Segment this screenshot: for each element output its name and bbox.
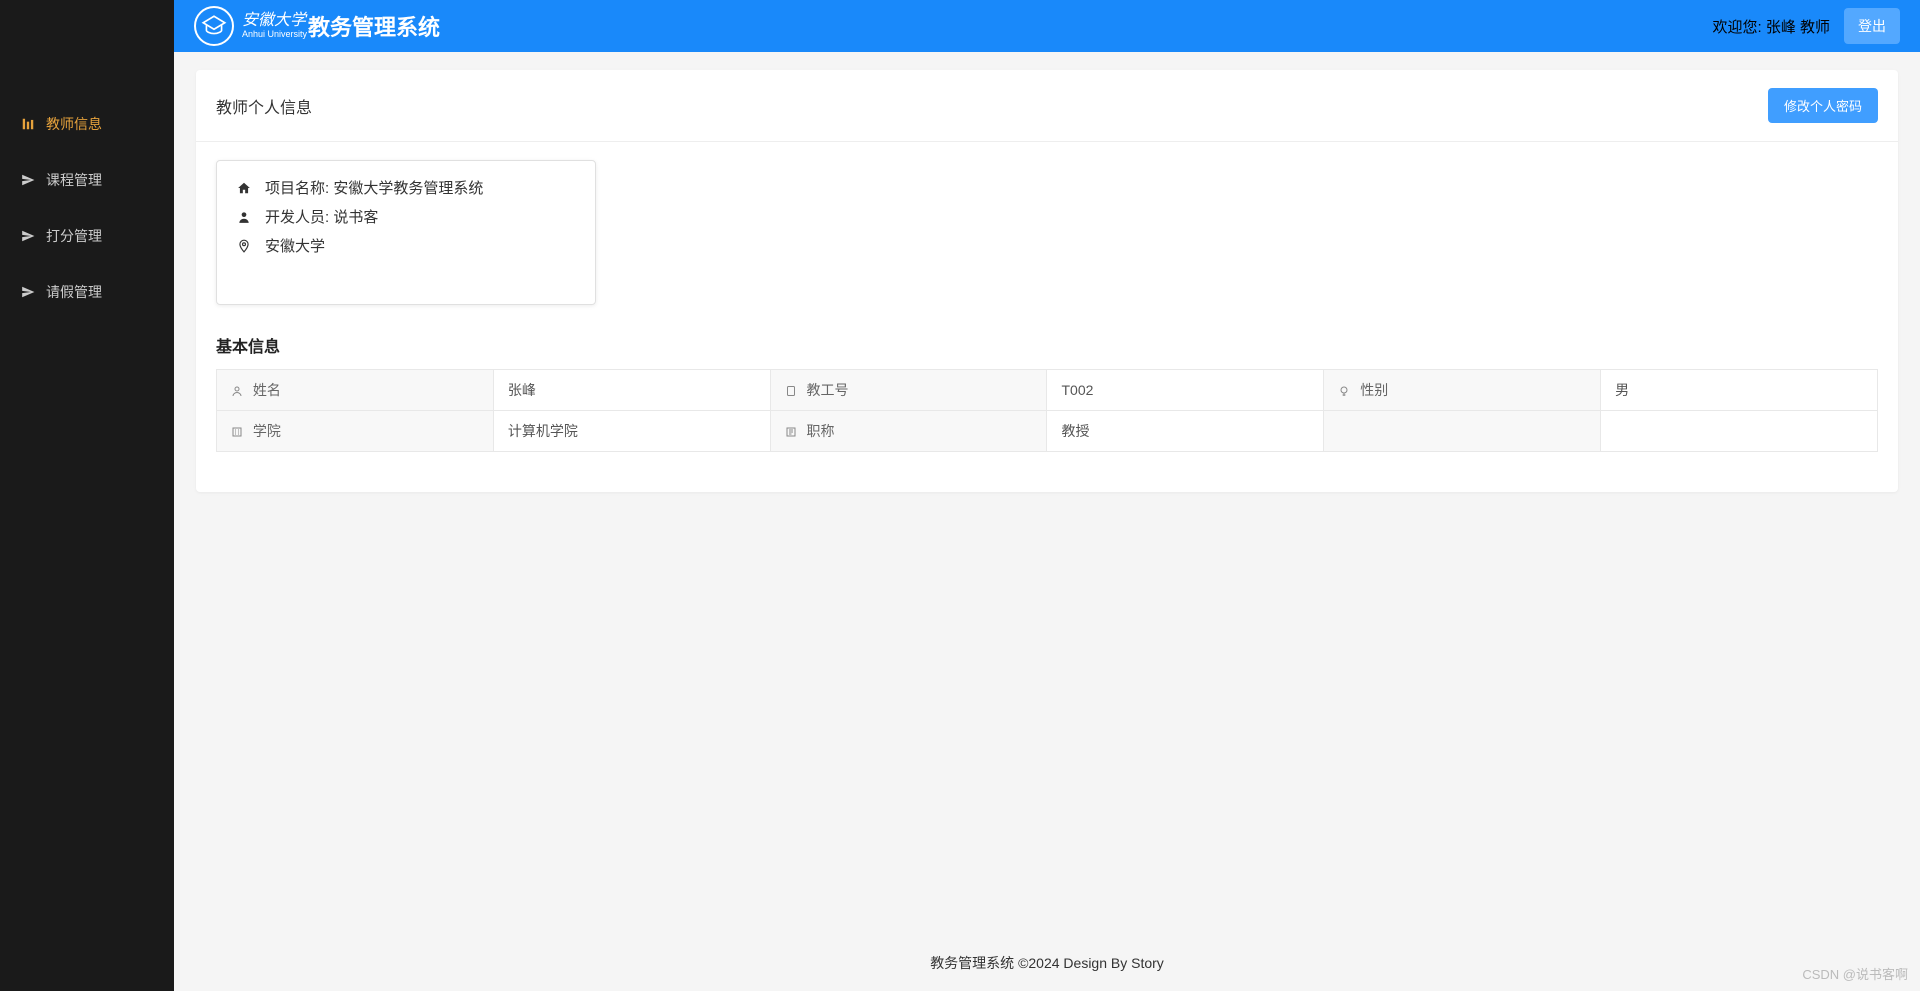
sidebar-item-leave-manage[interactable]: 请假管理 <box>0 268 174 316</box>
card-header: 教师个人信息 修改个人密码 <box>196 70 1898 142</box>
label-gender: 性别 <box>1324 370 1601 411</box>
sidebar-item-teacher-info[interactable]: 教师信息 <box>0 100 174 148</box>
system-title: 教务管理系统 <box>308 10 440 42</box>
header: 安徽大学 Anhui University 教务管理系统 欢迎您: 张峰 教师 … <box>174 0 1920 52</box>
profile-icon <box>20 116 36 132</box>
welcome-text: 欢迎您: 张峰 教师 <box>1712 16 1830 37</box>
card-body: 项目名称: 安徽大学教务管理系统 开发人员: 说书客 <box>196 142 1898 492</box>
project-location-row: 安徽大学 <box>237 235 575 256</box>
user-icon <box>237 210 255 224</box>
watermark: CSDN @说书客啊 <box>1802 964 1908 983</box>
sidebar-item-label: 请假管理 <box>46 282 102 302</box>
value-empty <box>1601 411 1878 452</box>
sidebar-item-label: 教师信息 <box>46 114 102 134</box>
basic-info-title: 基本信息 <box>216 333 1878 357</box>
label-title: 职称 <box>770 411 1047 452</box>
table-row: 姓名 张峰 教工号 T002 性别 <box>217 370 1878 411</box>
university-name: 安徽大学 <box>242 13 306 29</box>
value-name: 张峰 <box>493 370 770 411</box>
person-icon <box>231 385 243 397</box>
university-subname: Anhui University <box>242 29 308 39</box>
project-name-text: 项目名称: 安徽大学教务管理系统 <box>265 177 483 198</box>
table-row: 学院 计算机学院 职称 教授 <box>217 411 1878 452</box>
value-staff-id: T002 <box>1047 370 1324 411</box>
send-icon <box>20 228 36 244</box>
logout-button[interactable]: 登出 <box>1844 8 1900 44</box>
change-password-button[interactable]: 修改个人密码 <box>1768 88 1878 123</box>
content: 教师个人信息 修改个人密码 项目名称: 安徽大学教务管理系统 <box>174 52 1920 935</box>
label-college: 学院 <box>217 411 494 452</box>
sidebar: 教师信息 课程管理 打分管理 请假管理 <box>0 0 174 991</box>
basic-info-table: 姓名 张峰 教工号 T002 性别 <box>216 369 1878 452</box>
label-staff-id: 教工号 <box>770 370 1047 411</box>
project-dev-row: 开发人员: 说书客 <box>237 206 575 227</box>
value-title: 教授 <box>1047 411 1324 452</box>
project-info-box: 项目名称: 安徽大学教务管理系统 开发人员: 说书客 <box>216 160 596 305</box>
home-icon <box>237 181 255 195</box>
building-icon <box>231 426 243 438</box>
project-dev-text: 开发人员: 说书客 <box>265 206 378 227</box>
university-logo-icon <box>194 6 234 46</box>
main-card: 教师个人信息 修改个人密码 项目名称: 安徽大学教务管理系统 <box>196 70 1898 492</box>
university-name-block: 安徽大学 Anhui University <box>242 13 308 39</box>
send-icon <box>20 284 36 300</box>
footer: 教务管理系统 ©2024 Design By Story <box>174 935 1920 991</box>
project-location-text: 安徽大学 <box>265 235 325 256</box>
location-icon <box>237 239 255 253</box>
value-gender: 男 <box>1601 370 1878 411</box>
sidebar-item-label: 课程管理 <box>46 170 102 190</box>
project-name-row: 项目名称: 安徽大学教务管理系统 <box>237 177 575 198</box>
sidebar-item-course-manage[interactable]: 课程管理 <box>0 156 174 204</box>
gender-icon <box>1338 385 1350 397</box>
id-icon <box>785 385 797 397</box>
send-icon <box>20 172 36 188</box>
label-empty <box>1324 411 1601 452</box>
sidebar-item-label: 打分管理 <box>46 226 102 246</box>
value-college: 计算机学院 <box>493 411 770 452</box>
title-icon <box>785 426 797 438</box>
sidebar-item-grade-manage[interactable]: 打分管理 <box>0 212 174 260</box>
page-title: 教师个人信息 <box>216 94 312 118</box>
header-right: 欢迎您: 张峰 教师 登出 <box>1712 8 1900 44</box>
header-left: 安徽大学 Anhui University 教务管理系统 <box>194 6 440 46</box>
label-name: 姓名 <box>217 370 494 411</box>
